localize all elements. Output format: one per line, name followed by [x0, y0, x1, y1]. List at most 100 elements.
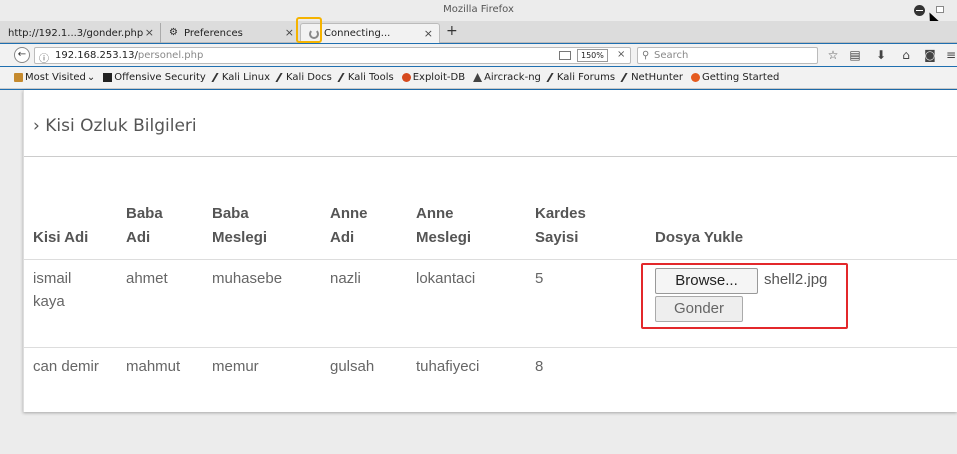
cell-kisi-adi: can demir [33, 358, 99, 375]
tab-spinner-highlight [296, 17, 322, 43]
kali-dragon-icon [337, 73, 349, 82]
tab-gonder[interactable]: http://192.1...3/gonder.php × [0, 23, 160, 43]
content-panel: › Kisi Ozluk Bilgileri Kisi Adi Baba Adi … [23, 90, 957, 412]
bookmark-label: Kali Forums [556, 72, 616, 83]
bookmark-kali-forums[interactable]: Kali Forums [546, 72, 616, 83]
header-baba-meslegi: Baba Meslegi [212, 202, 267, 250]
offsec-icon [103, 73, 113, 82]
header-line: Meslegi [416, 229, 472, 246]
bookmark-label: Getting Started [702, 72, 780, 83]
bookmark-getting-started[interactable]: Getting Started [691, 72, 779, 83]
header-line: Kardes [535, 205, 586, 222]
header-line: Adi [126, 229, 151, 246]
cell-kardes-sayisi: 8 [535, 358, 544, 375]
page-viewport: › Kisi Ozluk Bilgileri Kisi Adi Baba Adi … [0, 90, 957, 454]
tab-label: http://192.1...3/gonder.php [8, 27, 144, 39]
cell-anne-adi: nazli [330, 270, 361, 287]
header-line: Sayisi [535, 229, 579, 246]
back-arrow-icon[interactable]: ← [14, 47, 30, 63]
page-title: › Kisi Ozluk Bilgileri [33, 116, 197, 136]
bookmark-label: Kali Linux [221, 72, 271, 83]
tab-strip: http://192.1...3/gonder.php × ⚙ Preferen… [0, 21, 957, 43]
divider [24, 259, 957, 260]
new-tab-icon[interactable]: + [446, 23, 458, 39]
reader-view-icon[interactable] [559, 51, 571, 60]
zoom-indicator[interactable]: 150% [577, 49, 608, 62]
cell-anne-meslegi: tuhafiyeci [416, 358, 480, 375]
url-text[interactable]: 192.168.253.13/personel.php [55, 50, 203, 61]
pocket-icon[interactable]: ◙ [923, 48, 937, 62]
chevron-right-icon: › [33, 116, 40, 136]
header-line: Baba [212, 205, 249, 222]
header-line: Baba [126, 205, 163, 222]
library-icon[interactable]: ▤ [848, 48, 862, 62]
info-icon[interactable]: ⓘ [39, 50, 49, 65]
header-line: Anne [330, 205, 368, 222]
cell-baba-meslegi: memur [212, 358, 259, 375]
divider [24, 156, 957, 157]
chevron-down-icon: ⌄ [86, 72, 96, 83]
divider [24, 347, 957, 348]
header-kardes-sayisi: Kardes Sayisi [535, 202, 586, 250]
bookmarks-toolbar: Most Visited ⌄ Offensive Security Kali Li… [0, 67, 957, 89]
bookmark-kali-tools[interactable]: Kali Tools [337, 72, 394, 83]
cell-anne-meslegi: lokantaci [416, 270, 476, 287]
clear-url-icon[interactable]: × [617, 49, 625, 60]
cell-baba-meslegi: muhasebe [212, 270, 283, 287]
bookmark-label: Exploit-DB [412, 72, 466, 83]
url-host: 192.168.253.13/ [55, 50, 138, 61]
download-icon[interactable]: ⬇ [874, 48, 888, 62]
bookmark-label: Most Visited [25, 72, 86, 83]
bookmark-kali-linux[interactable]: Kali Linux [211, 72, 271, 83]
search-icon: ⚲ [642, 50, 650, 61]
header-anne-meslegi: Anne Meslegi [416, 202, 471, 250]
bookmark-label: Kali Docs [286, 72, 332, 83]
bookmark-kali-docs[interactable]: Kali Docs [275, 72, 332, 83]
kali-dragon-icon [275, 73, 287, 82]
bookmark-offensive-security[interactable]: Offensive Security [103, 72, 206, 83]
aircrack-icon [473, 73, 483, 82]
kali-dragon-icon [546, 73, 558, 82]
menu-icon[interactable]: ≡ [944, 48, 957, 62]
bookmark-exploit-db[interactable]: Exploit-DB [401, 72, 466, 83]
close-tab-icon[interactable]: × [424, 27, 433, 40]
cell-line: kaya [33, 293, 65, 310]
header-baba-adi: Baba Adi [126, 202, 163, 250]
close-tab-icon[interactable]: × [285, 26, 294, 39]
bookmark-label: Kali Tools [347, 72, 394, 83]
bookmark-aircrack-ng[interactable]: Aircrack-ng [473, 72, 541, 83]
url-path: personel.php [137, 50, 204, 61]
tab-preferences[interactable]: ⚙ Preferences × [160, 23, 300, 43]
search-bar[interactable]: ⚲ [637, 47, 818, 64]
bookmark-nethunter[interactable]: NetHunter [620, 72, 683, 83]
window-titlebar: Mozilla Firefox [0, 0, 957, 26]
header-line: Anne [416, 205, 454, 222]
bookmark-label: Aircrack-ng [484, 72, 541, 83]
folder-icon [14, 73, 23, 82]
search-input[interactable] [654, 48, 814, 63]
kali-dragon-icon [211, 73, 223, 82]
header-dosya-yukle: Dosya Yukle [655, 229, 744, 246]
header-line: Meslegi [212, 229, 268, 246]
bookmark-most-visited[interactable]: Most Visited ⌄ [14, 72, 95, 83]
url-bar[interactable]: ⓘ 192.168.253.13/personel.php 150% × [34, 47, 631, 65]
bookmark-star-icon[interactable]: ☆ [826, 48, 840, 62]
header-kisi-adi: Kisi Adi [33, 229, 89, 246]
tab-label: Connecting... [324, 28, 391, 39]
cell-kisi-adi: ismail kaya [33, 267, 71, 313]
page-title-text: Kisi Ozluk Bilgileri [45, 116, 197, 136]
gear-icon: ⚙ [169, 27, 178, 38]
header-line: Adi [330, 229, 355, 246]
upload-highlight-box [641, 263, 848, 329]
minimize-window-icon[interactable] [914, 5, 925, 16]
navigation-toolbar: ← ⓘ 192.168.253.13/personel.php 150% × ⚲… [0, 44, 957, 66]
home-icon[interactable]: ⌂ [899, 48, 913, 62]
cell-baba-adi: ahmet [126, 270, 168, 287]
header-anne-adi: Anne Adi [330, 202, 368, 250]
firefox-icon [691, 73, 701, 82]
cell-kardes-sayisi: 5 [535, 270, 544, 287]
maximize-window-icon[interactable] [936, 6, 944, 13]
close-tab-icon[interactable]: × [145, 26, 154, 39]
kali-dragon-icon [620, 73, 632, 82]
cell-anne-adi: gulsah [330, 358, 375, 375]
